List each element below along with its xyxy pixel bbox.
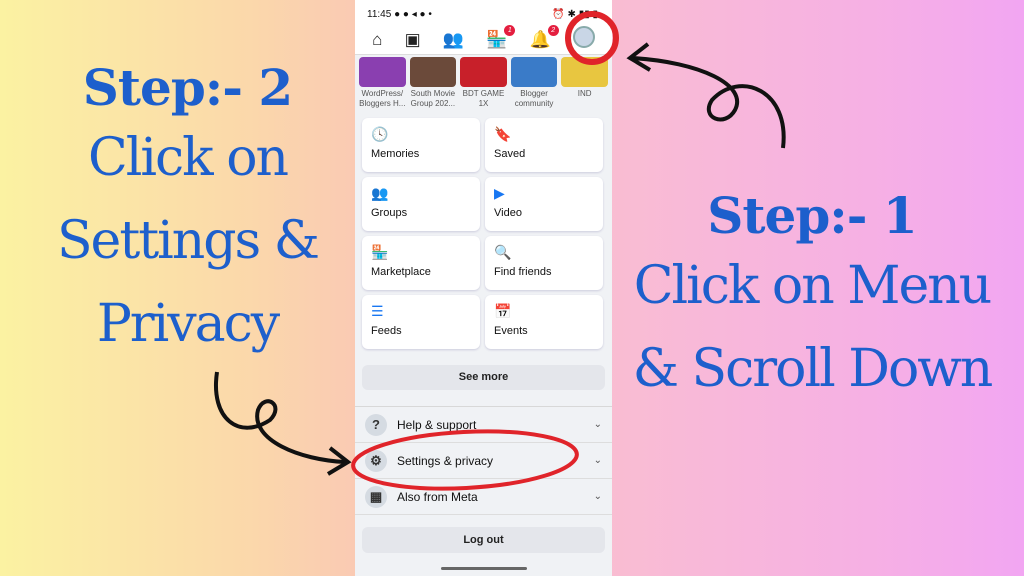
profile-highlight-circle bbox=[565, 11, 619, 65]
settings-highlight-ellipse bbox=[351, 429, 579, 491]
arrow-to-menu bbox=[631, 56, 786, 149]
arrow-to-settings bbox=[213, 371, 346, 464]
annotation-overlay bbox=[213, 11, 786, 491]
